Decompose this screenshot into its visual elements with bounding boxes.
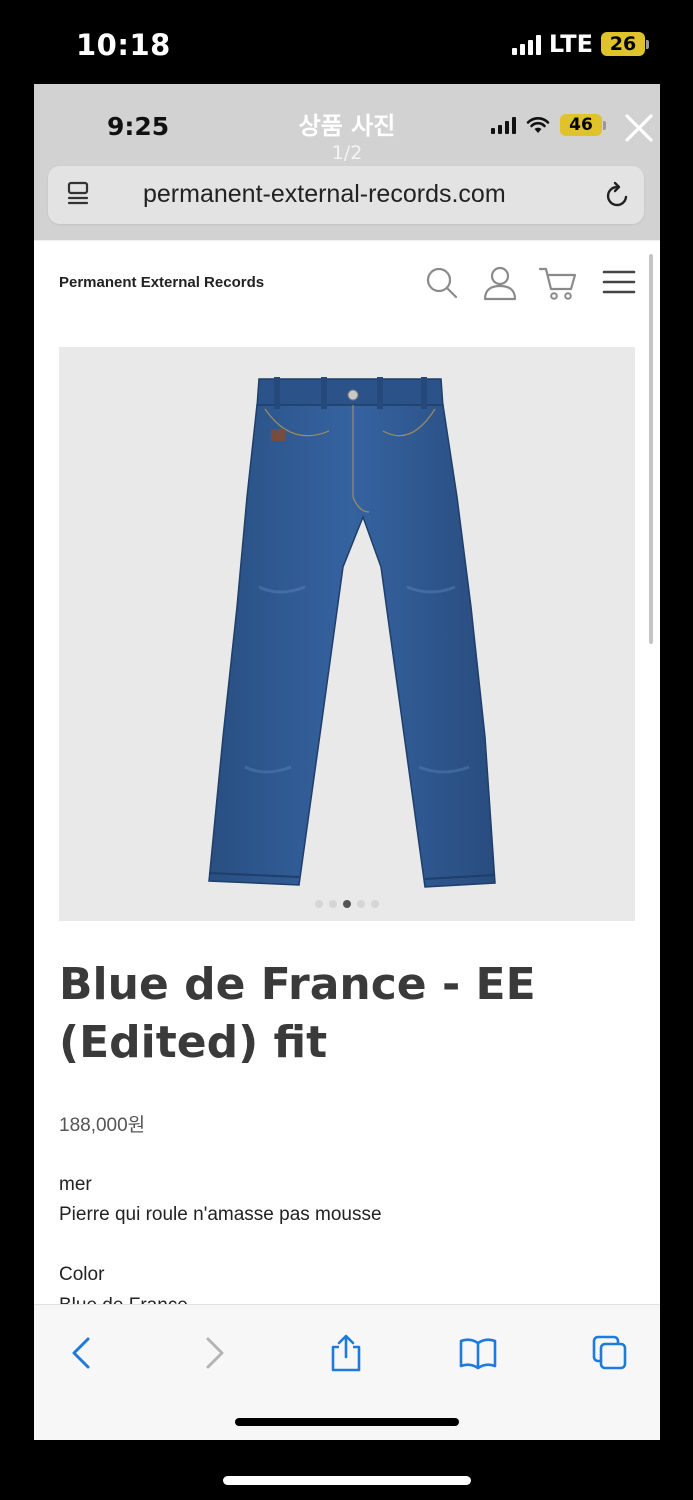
photo-viewer-header: 9:25 상품 사진 1/2 46 permanent-external-rec…	[34, 84, 660, 240]
bookmarks-icon[interactable]	[458, 1333, 498, 1373]
share-icon[interactable]	[326, 1333, 366, 1373]
outer-status-time: 10:18	[76, 28, 171, 62]
battery-icon: 26	[601, 32, 649, 56]
close-icon[interactable]	[621, 110, 657, 146]
carousel-dots	[59, 900, 635, 908]
battery-level: 26	[601, 32, 645, 56]
photo-viewer-counter: 1/2	[331, 142, 363, 164]
carousel-dot-active[interactable]	[343, 900, 351, 908]
back-icon[interactable]	[62, 1333, 102, 1373]
carousel-dot[interactable]	[357, 900, 365, 908]
product-description-line: mer	[59, 1174, 92, 1195]
address-bar[interactable]: permanent-external-records.com	[48, 166, 644, 224]
product-title: Blue de France - EE (Edited) fit	[59, 959, 536, 1068]
page-scrollbar[interactable]	[649, 254, 653, 644]
carousel-dot[interactable]	[315, 900, 323, 908]
outer-status-bar: 10:18 LTE 26	[0, 0, 693, 84]
jeans-image	[208, 377, 496, 888]
inner-battery-level: 46	[560, 114, 602, 136]
menu-icon[interactable]	[602, 265, 636, 299]
inner-status-indicators: 46	[491, 114, 606, 136]
network-type-label: LTE	[548, 30, 593, 58]
carousel-dot[interactable]	[371, 900, 379, 908]
color-label: Color	[59, 1264, 105, 1285]
site-header: Permanent External Records	[34, 240, 660, 325]
forward-icon[interactable]	[194, 1333, 234, 1373]
site-brand-logo[interactable]: Permanent External Records	[59, 274, 264, 291]
page-menu-icon[interactable]	[66, 181, 92, 209]
cart-icon[interactable]	[538, 265, 578, 303]
home-indicator-inner	[235, 1418, 459, 1426]
inner-cellular-signal-icon	[491, 116, 516, 134]
product-description-line: Pierre qui roule n'amasse pas mousse	[59, 1204, 382, 1225]
inner-battery-icon: 46	[560, 114, 606, 136]
wifi-icon	[526, 117, 550, 133]
tabs-icon[interactable]	[590, 1333, 630, 1373]
outer-status-indicators: LTE 26	[511, 30, 649, 58]
url-text[interactable]: permanent-external-records.com	[143, 180, 506, 209]
cellular-signal-icon	[511, 33, 541, 55]
home-indicator[interactable]	[223, 1476, 471, 1485]
product-image-carousel[interactable]	[59, 347, 635, 921]
search-icon[interactable]	[424, 265, 460, 301]
screenshot-frame: 9:25 상품 사진 1/2 46 permanent-external-rec…	[34, 84, 660, 1440]
carousel-dot[interactable]	[329, 900, 337, 908]
product-price: 188,000원	[59, 1115, 146, 1136]
account-icon[interactable]	[482, 265, 518, 301]
reload-icon[interactable]	[604, 180, 632, 210]
browser-toolbar	[34, 1304, 660, 1440]
